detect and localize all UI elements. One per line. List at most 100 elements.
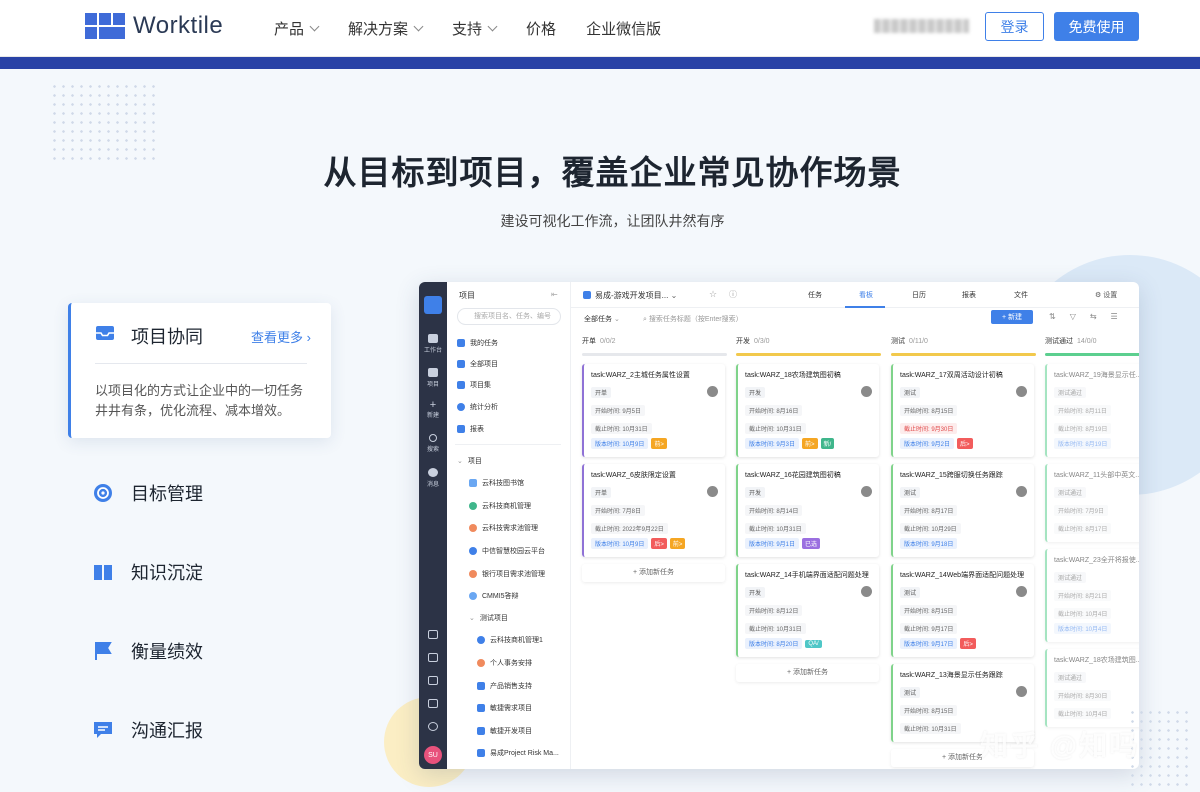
- tab-tasks[interactable]: 任务: [808, 290, 822, 300]
- rail-workbench[interactable]: 工作台: [419, 334, 447, 354]
- task-state[interactable]: 测试通过: [1054, 672, 1087, 683]
- tab-calendar[interactable]: 日历: [912, 290, 926, 300]
- task-tag[interactable]: 后>: [651, 538, 667, 549]
- assignee-avatar[interactable]: [707, 486, 718, 497]
- menu-solutions[interactable]: 解决方案: [348, 18, 424, 39]
- feature-goal[interactable]: 目标管理: [92, 480, 203, 506]
- task-state[interactable]: 测试通过: [1054, 572, 1087, 583]
- add-task-button[interactable]: + 添加新任务: [736, 664, 879, 682]
- task-state[interactable]: 测试通过: [1054, 387, 1087, 398]
- tab-board[interactable]: 看板: [859, 290, 873, 300]
- assignee-avatar[interactable]: [1016, 686, 1027, 697]
- sidebar-subproject[interactable]: 云科技商机管理1: [477, 635, 543, 645]
- sidebar-subgroup[interactable]: ⌄ 测试项目: [469, 613, 508, 623]
- sidebar-subproject[interactable]: 敏捷开发项目: [477, 726, 532, 736]
- task-filter[interactable]: 全部任务 ⌄: [584, 314, 620, 324]
- logo[interactable]: Worktile: [85, 12, 223, 40]
- box-icon[interactable]: [428, 699, 438, 708]
- project-switcher[interactable]: 易成-游戏开发项目... ⌄: [583, 290, 677, 301]
- collapse-icon[interactable]: ⇤: [551, 290, 558, 299]
- task-card[interactable]: task:WARZ_17双周活动设计初稿 测试 开始时间: 8月15日 截止时间: 9…: [891, 364, 1034, 457]
- assignee-avatar[interactable]: [861, 386, 872, 397]
- task-tag[interactable]: QA/: [805, 639, 822, 648]
- task-card[interactable]: task:WARZ_19海景显示任... 测试通过 开始时间: 8月11日 截止时间:…: [1045, 364, 1139, 457]
- tab-report[interactable]: 报表: [962, 290, 976, 300]
- avatar[interactable]: SU: [424, 746, 442, 764]
- folder-icon[interactable]: [428, 676, 438, 685]
- menu-product[interactable]: 产品: [274, 18, 320, 39]
- task-state[interactable]: 测试: [900, 387, 921, 398]
- rail-new[interactable]: + 新建: [419, 400, 447, 420]
- task-card[interactable]: task:WARZ_23全开将报使... 测试通过 开始时间: 8月21日 截止时间:…: [1045, 549, 1139, 642]
- sidebar-group-projects[interactable]: ⌄ 项目: [457, 456, 482, 466]
- menu-wecom[interactable]: 企业微信版: [586, 18, 661, 39]
- task-state[interactable]: 测试: [900, 587, 921, 598]
- task-tag[interactable]: 前>: [669, 538, 686, 549]
- task-card[interactable]: task:WARZ_14Web端界面适配问题处理 测试 开始时间: 8月15日 截止时…: [891, 564, 1034, 657]
- tab-files[interactable]: 文件: [1014, 290, 1028, 300]
- task-state[interactable]: 开发: [745, 387, 766, 398]
- assignee-avatar[interactable]: [861, 586, 872, 597]
- task-state[interactable]: 测试通过: [1054, 487, 1087, 498]
- sidebar-search-input[interactable]: 搜索项目名、任务、编号: [457, 308, 561, 325]
- task-card[interactable]: task:WARZ_16花园建筑图初稿 开发 开始时间: 8月14日 截止时间: 10…: [736, 464, 879, 557]
- menu-pricing[interactable]: 价格: [526, 18, 556, 39]
- sidebar-subproject[interactable]: 产品销售支持: [477, 681, 532, 691]
- new-task-button[interactable]: + 新建: [991, 310, 1033, 324]
- sidebar-subproject[interactable]: 个人事务安排: [477, 658, 532, 668]
- assignee-avatar[interactable]: [861, 486, 872, 497]
- sidebar-subproject[interactable]: 敏捷需求项目: [477, 703, 532, 713]
- free-trial-button[interactable]: 免费使用: [1054, 12, 1139, 41]
- sidebar-project[interactable]: 云科技商机管理: [469, 501, 531, 511]
- sidebar-subproject[interactable]: 易成Project Risk Ma...: [477, 748, 559, 758]
- task-search-input[interactable]: ⌕ 搜索任务标题（按Enter搜索）: [643, 314, 743, 324]
- task-tag[interactable]: 新/: [820, 438, 835, 449]
- task-card[interactable]: task:WARZ_15跨服切换任务跟踪 测试 开始时间: 8月17日 截止时间: 1…: [891, 464, 1034, 557]
- add-task-button[interactable]: + 添加新任务: [582, 564, 725, 582]
- task-state[interactable]: 开单: [591, 387, 612, 398]
- sidebar-item-all-projects[interactable]: 全部项目: [457, 359, 498, 369]
- login-button[interactable]: 登录: [985, 12, 1044, 41]
- archive-icon[interactable]: [428, 653, 438, 662]
- calendar-icon[interactable]: [428, 630, 438, 639]
- task-card[interactable]: task:WARZ_18农场建筑图初稿 开发 开始时间: 8月16日 截止时间: 10…: [736, 364, 879, 457]
- task-state[interactable]: 开发: [745, 587, 766, 598]
- task-state[interactable]: 开单: [591, 487, 612, 498]
- assignee-avatar[interactable]: [1016, 386, 1027, 397]
- sidebar-project[interactable]: CMMI5答辩: [469, 591, 519, 601]
- task-state[interactable]: 开发: [745, 487, 766, 498]
- sidebar-project[interactable]: 中信智慧校园云平台: [469, 546, 545, 556]
- task-card[interactable]: task:WARZ_6皮肤限定设置 开单 开始时间: 7月8日 截止时间: 2022年…: [582, 464, 725, 557]
- sidebar-project[interactable]: 云科技需求池管理: [469, 523, 538, 533]
- assignee-avatar[interactable]: [707, 386, 718, 397]
- task-state[interactable]: 测试: [900, 487, 921, 498]
- assignee-avatar[interactable]: [1016, 486, 1027, 497]
- feature-card-project[interactable]: 项目协同 查看更多 › 以项目化的方式让企业中的一切任务井井有条，优化流程、减本…: [68, 303, 331, 438]
- settings-button[interactable]: ⚙ 设置: [1095, 290, 1117, 300]
- feature-knowledge[interactable]: 知识沉淀: [92, 559, 203, 585]
- sidebar-item-my-tasks[interactable]: 我的任务: [457, 338, 498, 348]
- assignee-avatar[interactable]: [1016, 586, 1027, 597]
- task-tag[interactable]: 后>: [960, 638, 976, 649]
- sidebar-project[interactable]: 云科技图书馆: [469, 478, 524, 488]
- feature-report[interactable]: 沟通汇报: [92, 717, 203, 743]
- task-card[interactable]: task:WARZ_14手机端界面适配问题处理 开发 开始时间: 8月12日 截止时间…: [736, 564, 879, 657]
- info-icon[interactable]: ⓘ: [729, 289, 737, 300]
- rail-search[interactable]: 搜索: [419, 434, 447, 453]
- rail-project[interactable]: 项目: [419, 368, 447, 388]
- sidebar-item-report[interactable]: 报表: [457, 424, 484, 434]
- task-card[interactable]: task:WARZ_2主城任务属性设置 开单 开始时间: 9月5日 截止时间: 10月…: [582, 364, 725, 457]
- see-more-link[interactable]: 查看更多 ›: [251, 327, 311, 346]
- sidebar-project[interactable]: 银行项目需求池管理: [469, 569, 545, 579]
- board-toolbar-icons[interactable]: ⇅▽⇆☰: [1049, 312, 1132, 321]
- rail-message[interactable]: 消息: [419, 468, 447, 488]
- task-tag[interactable]: 后>: [957, 438, 973, 449]
- task-card[interactable]: task:WARZ_11头部中英文... 测试通过 开始时间: 7月9日 截止时间: …: [1045, 464, 1139, 542]
- sidebar-item-stats[interactable]: 统计分析: [457, 402, 498, 412]
- sidebar-item-project-set[interactable]: 项目集: [457, 380, 491, 390]
- feature-performance[interactable]: 衡量绩效: [92, 638, 203, 664]
- task-tag[interactable]: 已选: [802, 538, 821, 549]
- task-tag[interactable]: 前>: [651, 438, 667, 449]
- star-icon[interactable]: ☆: [709, 289, 717, 300]
- task-tag[interactable]: 前>: [802, 438, 818, 449]
